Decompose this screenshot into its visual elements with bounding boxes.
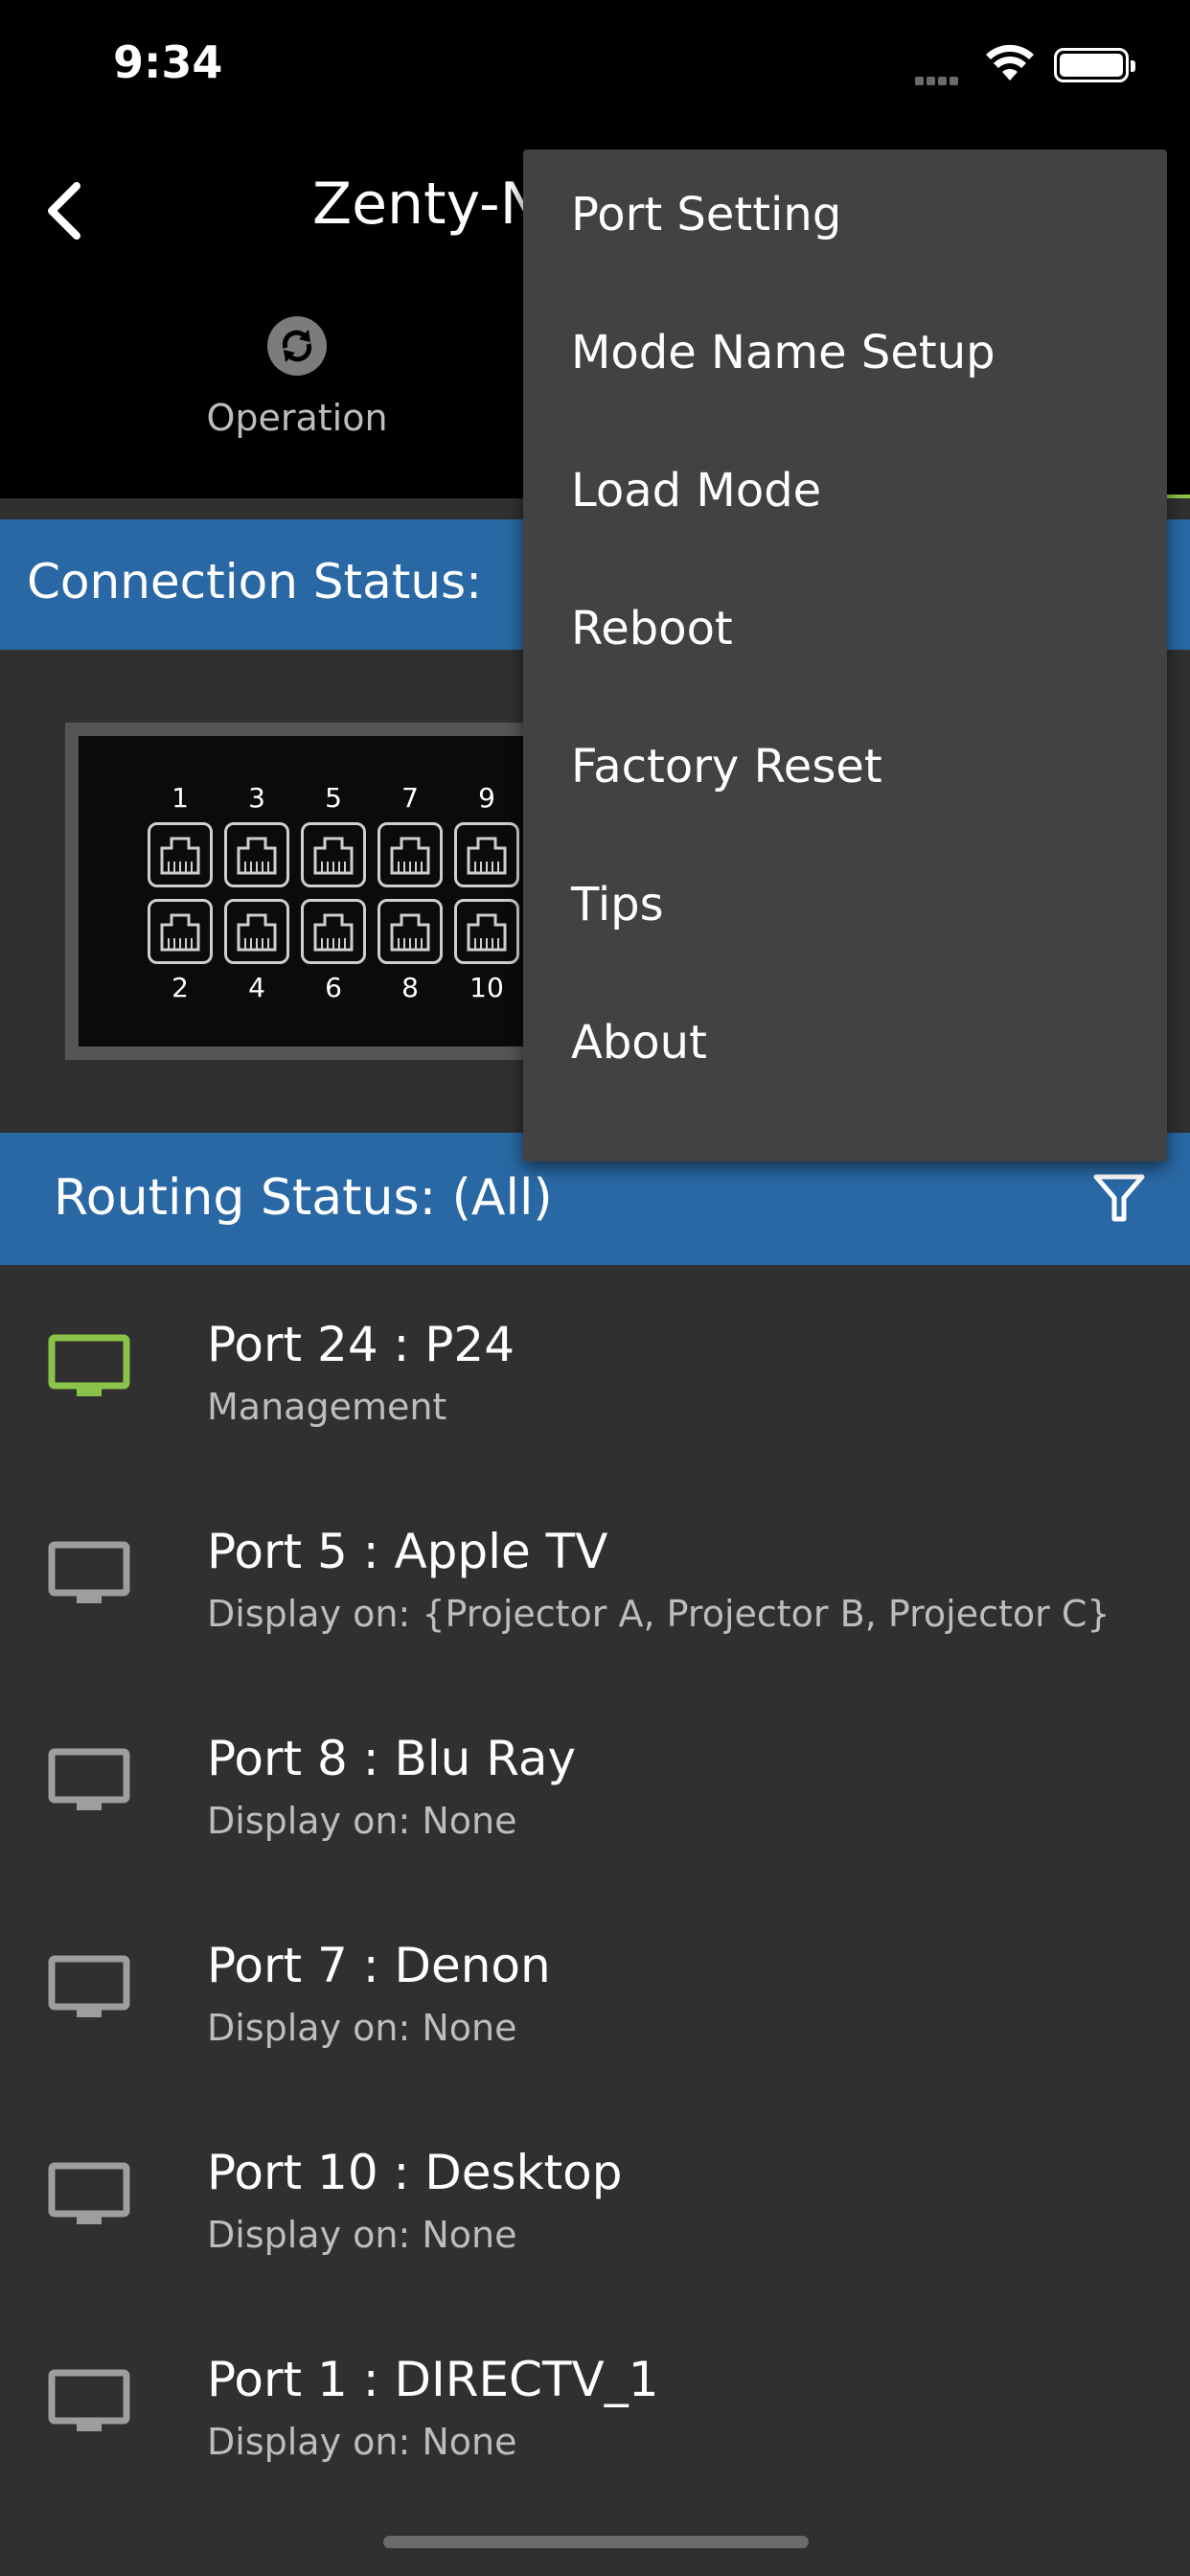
- home-indicator[interactable]: [383, 2536, 809, 2548]
- battery-icon: [1054, 48, 1135, 82]
- ethernet-port-icon[interactable]: [301, 822, 366, 887]
- menu-item-mode-name-setup[interactable]: Mode Name Setup: [523, 288, 1167, 426]
- menu-item-load-mode[interactable]: Load Mode: [523, 426, 1167, 564]
- menu-item-label: Factory Reset: [571, 740, 882, 794]
- ethernet-port-icon[interactable]: [378, 822, 443, 887]
- routing-list-item[interactable]: Port 1 : DIRECTV_1 Display on: None: [0, 2315, 1190, 2522]
- route-port-name: Port 8 : Blu Ray: [207, 1731, 577, 1786]
- wifi-icon: [986, 44, 1034, 80]
- ethernet-port-icon[interactable]: [148, 899, 213, 964]
- ethernet-port-icon[interactable]: [224, 822, 289, 887]
- port-number-label: 3: [248, 782, 265, 814]
- page-title: Zenty-N: [312, 171, 543, 238]
- menu-item-label: Reboot: [571, 602, 733, 656]
- status-time: 9:34: [113, 36, 223, 88]
- port-number-label: 7: [401, 782, 419, 814]
- ethernet-port-icon[interactable]: [378, 899, 443, 964]
- port-number-label: 9: [478, 782, 495, 814]
- ethernet-port-icon[interactable]: [301, 899, 366, 964]
- port-number-label: 10: [469, 972, 504, 1003]
- menu-item-port-setting[interactable]: Port Setting: [523, 150, 1167, 288]
- tab-operation-label: Operation: [206, 397, 388, 439]
- route-port-name: Port 7 : Denon: [207, 1938, 551, 1993]
- ethernet-port-icon[interactable]: [454, 822, 519, 887]
- monitor-icon: [48, 2162, 130, 2224]
- route-port-name: Port 1 : DIRECTV_1: [207, 2352, 659, 2407]
- route-port-name: Port 10 : Desktop: [207, 2145, 623, 2200]
- route-port-detail: Display on: None: [207, 2214, 517, 2256]
- ethernet-port-icon[interactable]: [224, 899, 289, 964]
- port-number-label: 1: [172, 782, 189, 814]
- tab-operation[interactable]: Operation: [172, 316, 422, 439]
- menu-item-reboot[interactable]: Reboot: [523, 564, 1167, 702]
- sync-icon: [267, 316, 327, 376]
- route-port-detail: Display on: None: [207, 2007, 517, 2049]
- monitor-icon: [48, 2369, 130, 2431]
- routing-status-title: Routing Status: (All): [54, 1169, 553, 1227]
- port-number-label: 4: [248, 972, 265, 1003]
- ethernet-port-icon[interactable]: [454, 899, 519, 964]
- back-chevron-icon[interactable]: [38, 172, 96, 249]
- menu-item-label: Tips: [571, 878, 664, 932]
- route-port-detail: Display on: None: [207, 1800, 517, 1842]
- port-number-label: 8: [401, 972, 419, 1003]
- menu-item-about[interactable]: About: [523, 978, 1167, 1116]
- port-number-label: 6: [325, 972, 342, 1003]
- routing-list-item[interactable]: Port 10 : Desktop Display on: None: [0, 2108, 1190, 2315]
- menu-item-label: Mode Name Setup: [571, 326, 995, 380]
- monitor-icon: [48, 1541, 130, 1603]
- route-port-detail: Display on: None: [207, 2421, 517, 2463]
- menu-item-label: About: [571, 1016, 707, 1070]
- monitor-icon: [48, 1334, 130, 1396]
- ethernet-port-icon[interactable]: [148, 822, 213, 887]
- menu-item-tips[interactable]: Tips: [523, 840, 1167, 978]
- routing-list-item[interactable]: Port 7 : Denon Display on: None: [0, 1901, 1190, 2108]
- route-port-name: Port 5 : Apple TV: [207, 1524, 608, 1579]
- status-bar: 9:34: [0, 0, 1190, 134]
- routing-list-item[interactable]: Port 8 : Blu Ray Display on: None: [0, 1694, 1190, 1901]
- routing-list-item[interactable]: Port 5 : Apple TV Display on: {Projector …: [0, 1487, 1190, 1694]
- filter-icon[interactable]: [1092, 1171, 1146, 1225]
- route-port-detail: Management: [207, 1386, 447, 1428]
- connection-status-title: Connection Status:: [27, 554, 482, 610]
- cellular-signal-icon: [915, 71, 961, 89]
- routing-list-item[interactable]: Port 24 : P24 Management: [0, 1280, 1190, 1487]
- port-number-label: 5: [325, 782, 342, 814]
- monitor-icon: [48, 1955, 130, 2017]
- route-port-name: Port 24 : P24: [207, 1317, 515, 1372]
- menu-item-factory-reset[interactable]: Factory Reset: [523, 702, 1167, 840]
- port-number-label: 2: [172, 972, 189, 1003]
- menu-item-label: Port Setting: [571, 188, 842, 242]
- monitor-icon: [48, 1748, 130, 1810]
- route-port-detail: Display on: {Projector A, Projector B, P…: [207, 1593, 1110, 1635]
- menu-item-label: Load Mode: [571, 464, 822, 518]
- overflow-menu: Port Setting Mode Name Setup Load Mode Rebo…: [523, 150, 1167, 1162]
